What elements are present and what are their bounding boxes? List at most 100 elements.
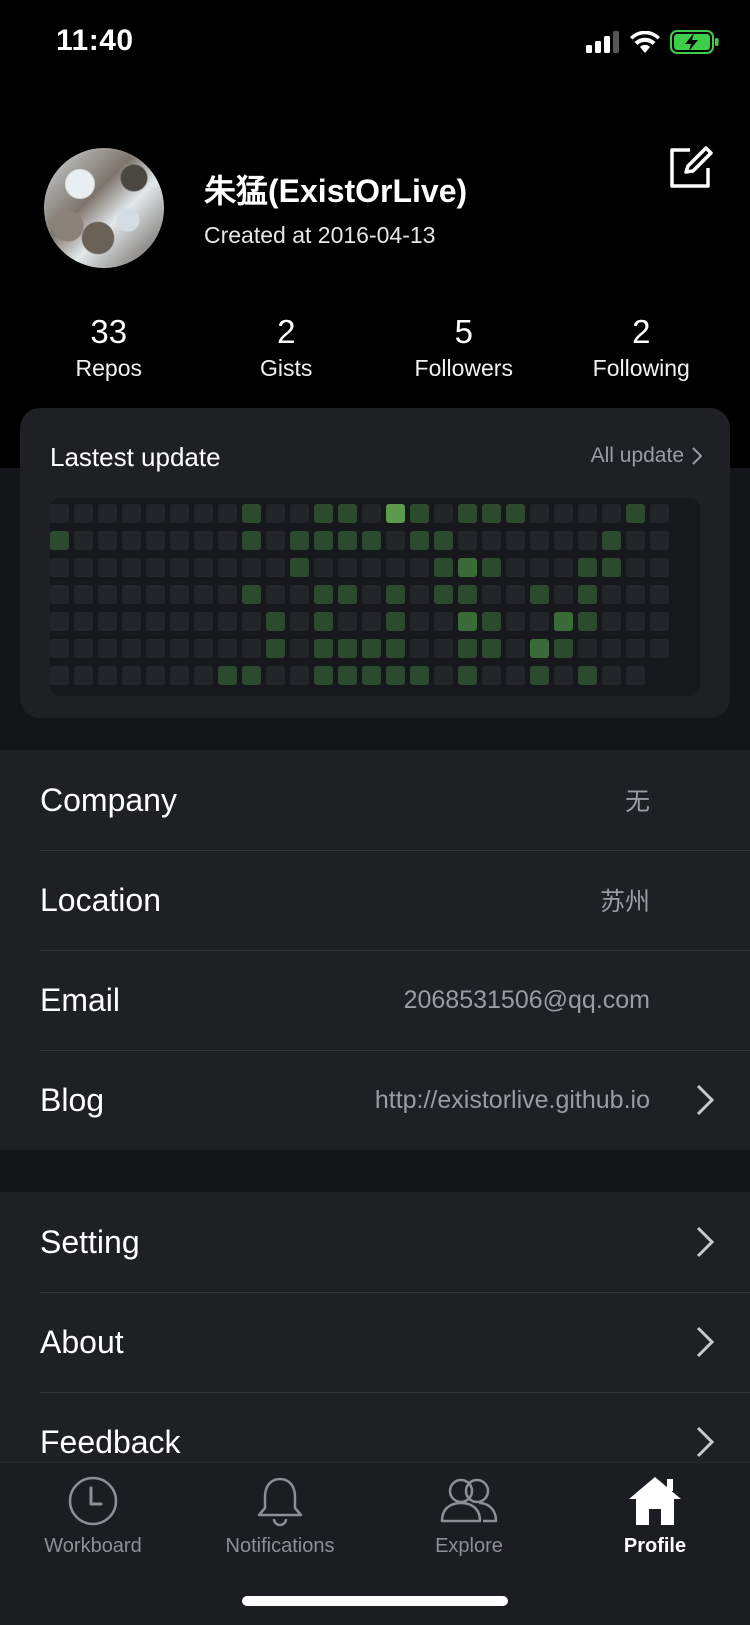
contribution-grid <box>50 498 700 696</box>
chevron-right-icon <box>696 1084 714 1116</box>
contribution-cell <box>266 558 285 577</box>
contribution-cell <box>578 585 597 604</box>
contribution-cell <box>506 612 525 631</box>
contribution-cell <box>50 531 69 550</box>
contribution-cell <box>242 666 261 685</box>
contribution-cell <box>506 666 525 685</box>
contribution-cell <box>602 504 621 523</box>
contribution-cell <box>458 639 477 658</box>
contribution-cell <box>434 531 453 550</box>
contribution-cell <box>362 531 381 550</box>
info-list: Company 无 Location 苏州 Email 2068531506@q… <box>0 750 750 1150</box>
blog-label: Blog <box>40 1081 105 1118</box>
contribution-cell <box>386 612 405 631</box>
contribution-cell <box>74 666 93 685</box>
contribution-cell <box>290 504 309 523</box>
contribution-cell <box>266 531 285 550</box>
contribution-cell <box>434 558 453 577</box>
activity-card: Lastest update All update <box>20 408 730 718</box>
company-label: Company <box>40 781 177 818</box>
stat-label: Followers <box>414 355 513 381</box>
stat-following[interactable]: 2 Following <box>553 312 731 384</box>
contribution-cell <box>530 558 549 577</box>
contribution-cell <box>434 504 453 523</box>
stat-value: 33 <box>90 313 128 350</box>
contribution-cell <box>122 585 141 604</box>
setting-row[interactable]: Setting <box>40 1192 750 1292</box>
contribution-cell <box>266 639 285 658</box>
contribution-cell <box>194 531 213 550</box>
contribution-cell <box>386 558 405 577</box>
contribution-cell <box>242 504 261 523</box>
contribution-cell <box>362 639 381 658</box>
contribution-cell <box>626 558 645 577</box>
contribution-cell <box>410 639 429 658</box>
contribution-cell <box>122 504 141 523</box>
chevron-right-icon <box>696 1426 714 1458</box>
stat-gists[interactable]: 2 Gists <box>198 312 376 384</box>
avatar[interactable] <box>44 148 164 268</box>
contribution-cell <box>386 531 405 550</box>
contribution-cell <box>578 666 597 685</box>
contribution-cell <box>362 666 381 685</box>
contribution-cell <box>458 558 477 577</box>
contribution-cell <box>482 639 501 658</box>
contribution-cell <box>602 666 621 685</box>
tab-notifications[interactable]: Notifications <box>190 1475 370 1558</box>
tab-workboard[interactable]: Workboard <box>3 1475 183 1558</box>
contribution-cell <box>386 585 405 604</box>
contribution-cell <box>530 666 549 685</box>
email-value: 2068531506@qq.com <box>403 985 650 1014</box>
tab-profile[interactable]: Profile <box>565 1475 745 1558</box>
contribution-cell <box>650 531 669 550</box>
tab-explore[interactable]: Explore <box>379 1475 559 1558</box>
contribution-cell <box>122 558 141 577</box>
contribution-cell <box>122 666 141 685</box>
contribution-cell <box>530 612 549 631</box>
contribution-cell <box>506 585 525 604</box>
contribution-cell <box>410 504 429 523</box>
stat-followers[interactable]: 5 Followers <box>375 312 553 384</box>
tab-label: Explore <box>435 1535 503 1557</box>
all-update-link[interactable]: All update <box>591 444 702 468</box>
contribution-cell <box>74 531 93 550</box>
contribution-cell <box>170 531 189 550</box>
contribution-cell <box>650 558 669 577</box>
contribution-cell <box>386 639 405 658</box>
contribution-cell <box>122 612 141 631</box>
contribution-cell <box>146 639 165 658</box>
contribution-cell <box>314 639 333 658</box>
contribution-cell <box>410 612 429 631</box>
contribution-cell <box>122 531 141 550</box>
blog-row[interactable]: Blog http://existorlive.github.io <box>40 1050 750 1150</box>
contribution-cell <box>314 585 333 604</box>
contribution-cell <box>554 504 573 523</box>
contribution-cell <box>506 558 525 577</box>
contribution-cell <box>242 612 261 631</box>
clock-icon <box>68 1476 118 1526</box>
contribution-cell <box>338 558 357 577</box>
all-update-label: All update <box>590 444 684 467</box>
contribution-cell <box>530 531 549 550</box>
chevron-right-icon <box>696 1226 714 1258</box>
created-date: Created at 2016-04-13 <box>204 222 436 248</box>
contribution-cell <box>170 504 189 523</box>
stat-repos[interactable]: 33 Repos <box>20 312 198 384</box>
edit-profile-icon[interactable] <box>668 144 714 190</box>
contribution-cell <box>338 585 357 604</box>
contribution-cell <box>626 531 645 550</box>
contribution-cell <box>50 666 69 685</box>
contribution-cell <box>602 639 621 658</box>
contribution-cell <box>386 666 405 685</box>
about-row[interactable]: About <box>40 1292 750 1392</box>
contribution-cell <box>626 639 645 658</box>
contribution-cell <box>410 531 429 550</box>
contribution-cell <box>314 612 333 631</box>
email-row[interactable]: Email 2068531506@qq.com <box>40 950 750 1050</box>
contribution-cell <box>578 531 597 550</box>
contribution-cell <box>314 531 333 550</box>
contribution-cell <box>410 558 429 577</box>
contribution-cell <box>434 612 453 631</box>
contribution-cell <box>290 639 309 658</box>
contribution-cell <box>578 612 597 631</box>
